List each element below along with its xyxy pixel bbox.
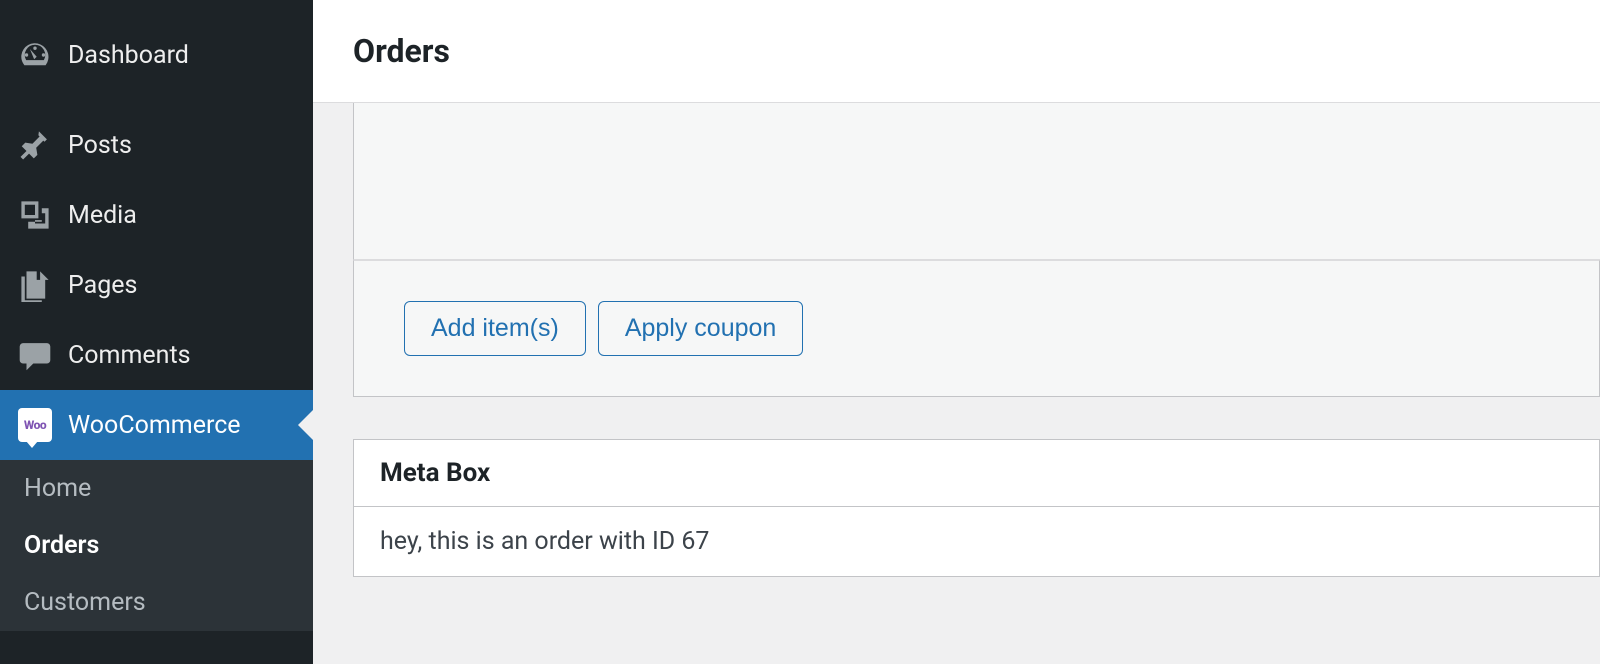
comments-icon bbox=[18, 338, 52, 372]
sidebar-item-label: Pages bbox=[68, 271, 137, 300]
main-content: Orders Add item(s) Apply coupon Meta Box… bbox=[313, 0, 1600, 664]
page-header: Orders bbox=[313, 0, 1600, 103]
woo-badge: Woo bbox=[24, 418, 46, 432]
page-title: Orders bbox=[353, 32, 1560, 70]
order-items-panel: Add item(s) Apply coupon bbox=[353, 103, 1600, 397]
pin-icon bbox=[18, 128, 52, 162]
meta-box-panel: Meta Box hey, this is an order with ID 6… bbox=[353, 439, 1600, 577]
media-icon bbox=[18, 198, 52, 232]
sidebar-item-label: Comments bbox=[68, 341, 191, 370]
sidebar-item-posts[interactable]: Posts bbox=[0, 110, 313, 180]
pages-icon bbox=[18, 268, 52, 302]
sidebar-item-label: Media bbox=[68, 201, 137, 230]
sidebar-item-pages[interactable]: Pages bbox=[0, 250, 313, 320]
meta-box-title: Meta Box bbox=[354, 440, 1599, 507]
order-actions-bar: Add item(s) Apply coupon bbox=[353, 260, 1600, 397]
submenu-item-customers[interactable]: Customers bbox=[0, 574, 313, 631]
sidebar-item-label: WooCommerce bbox=[68, 411, 241, 440]
content-area: Add item(s) Apply coupon Meta Box hey, t… bbox=[313, 103, 1600, 664]
submenu-item-orders[interactable]: Orders bbox=[0, 517, 313, 574]
sidebar-item-label: Posts bbox=[68, 131, 132, 160]
submenu-item-home[interactable]: Home bbox=[0, 460, 313, 517]
sidebar-item-label: Dashboard bbox=[68, 41, 189, 70]
sidebar-item-comments[interactable]: Comments bbox=[0, 320, 313, 390]
woocommerce-icon: Woo bbox=[18, 408, 52, 442]
dashboard-icon bbox=[18, 38, 52, 72]
sidebar-item-dashboard[interactable]: Dashboard bbox=[0, 0, 313, 110]
sidebar-item-woocommerce[interactable]: Woo WooCommerce bbox=[0, 390, 313, 460]
add-item-button[interactable]: Add item(s) bbox=[404, 301, 586, 356]
apply-coupon-button[interactable]: Apply coupon bbox=[598, 301, 804, 356]
admin-sidebar: Dashboard Posts Media Pages Comments Woo… bbox=[0, 0, 313, 664]
woocommerce-submenu: Home Orders Customers bbox=[0, 460, 313, 631]
meta-box-content: hey, this is an order with ID 67 bbox=[354, 507, 1599, 576]
order-items-empty-area bbox=[353, 103, 1600, 260]
sidebar-item-media[interactable]: Media bbox=[0, 180, 313, 250]
